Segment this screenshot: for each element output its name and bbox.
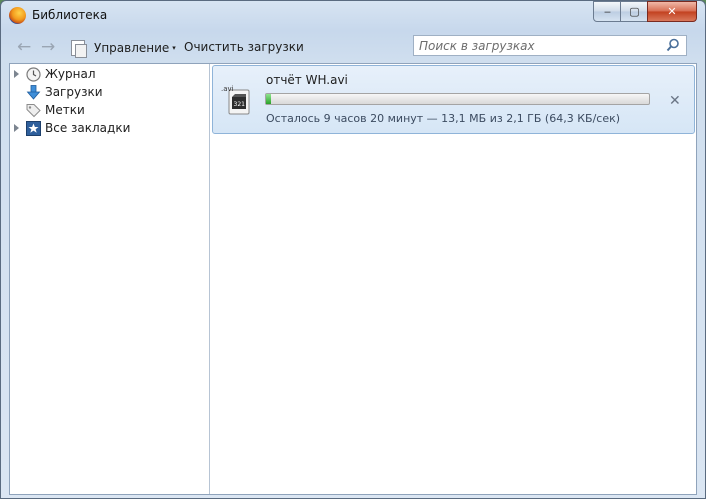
clear-downloads-button[interactable]: Очистить загрузки [184, 40, 304, 54]
download-progress-bar [265, 93, 650, 105]
sidebar-item-label: Журнал [45, 67, 96, 81]
sidebar-item-history[interactable]: Журнал [10, 65, 209, 83]
title-bar[interactable]: Библиотека ‒ ▢ ✕ [1, 1, 705, 31]
sidebar-item-all-bookmarks[interactable]: Все закладки [10, 119, 209, 137]
download-item[interactable]: 321 .avi отчёт WH.avi Осталось 9 часов 2… [212, 65, 695, 134]
download-arrow-icon [26, 84, 41, 100]
tag-icon [26, 103, 41, 117]
svg-text:321: 321 [234, 101, 246, 108]
forward-arrow-icon[interactable]: → [41, 37, 55, 57]
organize-icon [71, 40, 87, 58]
expand-arrow-icon[interactable] [14, 70, 19, 78]
search-icon[interactable] [666, 38, 680, 52]
library-window: Библиотека ‒ ▢ ✕ ← → Управление ▾ Очисти… [0, 0, 706, 499]
maximize-button[interactable]: ▢ [620, 1, 649, 22]
video-file-icon: 321 .avi [221, 85, 250, 115]
content-area: Журнал Загрузки Метки Все закладки 321 .… [9, 63, 697, 495]
expand-arrow-icon[interactable] [14, 124, 19, 132]
downloads-list: 321 .avi отчёт WH.avi Осталось 9 часов 2… [211, 64, 696, 494]
star-bookmark-icon [26, 120, 41, 136]
back-arrow-icon[interactable]: ← [17, 37, 31, 57]
sidebar-item-label: Загрузки [45, 85, 103, 99]
cancel-download-button[interactable]: ✕ [669, 93, 681, 109]
window-title: Библиотека [32, 8, 108, 22]
firefox-icon [9, 7, 26, 24]
organize-label: Управление [94, 41, 170, 55]
progress-fill [266, 94, 271, 104]
search-input[interactable] [414, 36, 659, 55]
sidebar-item-label: Все закладки [45, 121, 131, 135]
sidebar-item-downloads[interactable]: Загрузки [10, 83, 209, 101]
organize-menu-button[interactable]: Управление ▾ [71, 40, 176, 58]
search-box [413, 35, 687, 56]
library-sidebar: Журнал Загрузки Метки Все закладки [10, 64, 210, 494]
sidebar-item-label: Метки [45, 103, 85, 117]
sidebar-item-tags[interactable]: Метки [10, 101, 209, 119]
download-status: Осталось 9 часов 20 минут — 13,1 МБ из 2… [266, 112, 621, 125]
file-icon-label: .avi [221, 85, 234, 93]
minimize-button[interactable]: ‒ [593, 1, 622, 22]
toolbar: ← → Управление ▾ Очистить загрузки [7, 32, 699, 63]
download-file-name: отчёт WH.avi [266, 73, 348, 87]
chevron-down-icon: ▾ [172, 44, 176, 52]
close-button[interactable]: ✕ [647, 1, 697, 22]
clock-icon [26, 66, 41, 82]
